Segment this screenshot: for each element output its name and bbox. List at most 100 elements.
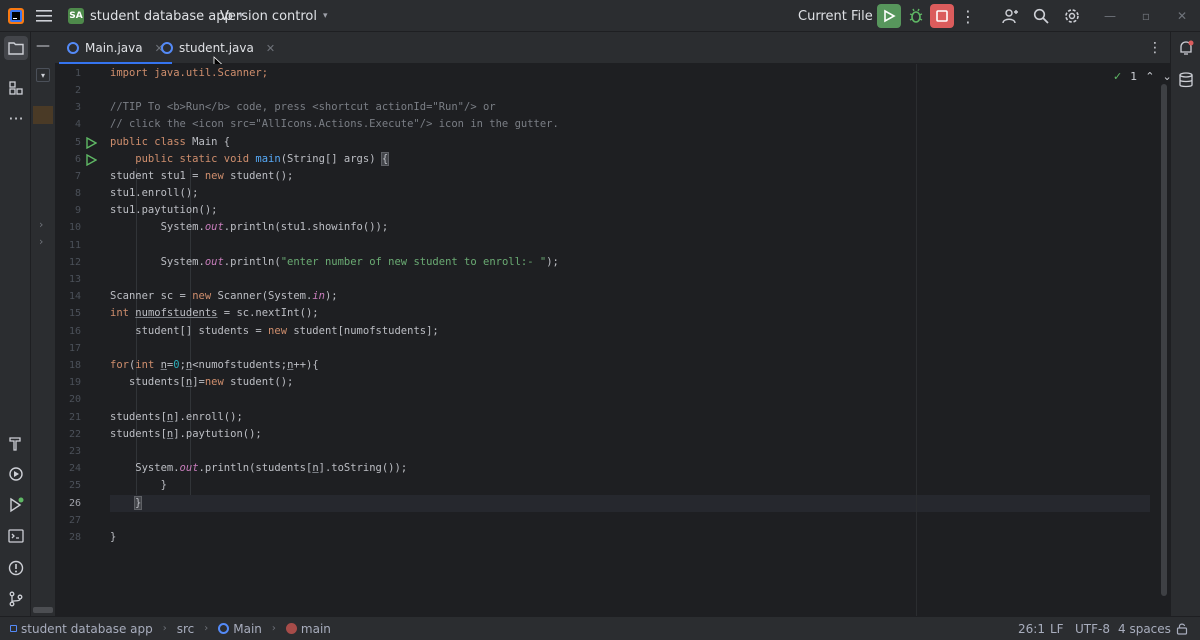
chevron-up-icon[interactable]: ⌃ [1145, 70, 1154, 83]
run-tool-icon[interactable] [4, 493, 28, 517]
chevron-right-icon: › [162, 623, 167, 634]
code-line: for(int n=0;n<numofstudents;n++){ [110, 359, 319, 371]
inspection-widget[interactable]: ✓ 1 ⌃ ⌄ [1113, 68, 1170, 84]
more-icon[interactable]: ⋮ [958, 4, 978, 28]
line-number: 20 [68, 394, 81, 405]
chevron-down-icon[interactable]: ▾ [36, 68, 50, 82]
line-number: 16 [68, 326, 81, 337]
java-class-icon [161, 42, 173, 54]
code-editor[interactable]: 1 2 3 4 5 6 7 8 9 10 11 12 13 14 15 16 1… [55, 64, 1170, 616]
chevron-down-icon[interactable]: ⌄ [1162, 70, 1170, 83]
code-line: // click the <icon src="AllIcons.Actions… [110, 118, 559, 130]
chevron-down-icon: ▾ [323, 11, 328, 21]
code-line: int numofstudents = sc.nextInt(); [110, 307, 319, 319]
restore-icon[interactable]: ▫ [1138, 8, 1154, 24]
line-number: 27 [68, 515, 81, 526]
problems-icon[interactable] [4, 556, 28, 580]
line-number: 8 [74, 188, 81, 199]
breadcrumb-method[interactable]: main [301, 622, 331, 636]
vcs-widget[interactable]: Version control ▾ [220, 6, 328, 26]
project-folder-icon[interactable] [4, 36, 28, 60]
tab-options-icon[interactable]: ⋮ [1145, 38, 1165, 58]
tab-label: Main.java [85, 41, 143, 55]
breadcrumb-src[interactable]: src [177, 622, 195, 636]
close-icon[interactable]: ✕ [266, 42, 275, 55]
line-number: 9 [74, 205, 81, 216]
caret-position[interactable]: 26:1 [1018, 617, 1045, 640]
hide-pane-icon[interactable]: — [36, 38, 50, 56]
line-separator[interactable]: LF [1050, 617, 1064, 640]
line-number: 11 [68, 240, 81, 251]
git-icon[interactable] [4, 587, 28, 611]
terminal-icon[interactable] [4, 524, 28, 548]
settings-icon[interactable] [1062, 6, 1082, 26]
line-number: 18 [68, 360, 81, 371]
project-pane-collapsed: — ▾ › › [31, 32, 55, 616]
debug-button[interactable] [904, 4, 928, 28]
code-line: System.out.println("enter number of new … [110, 256, 559, 268]
line-number: 3 [74, 102, 81, 113]
line-number: 12 [68, 257, 81, 268]
code-line: Scanner sc = new Scanner(System.in); [110, 290, 338, 302]
minimize-icon[interactable]: — [1102, 8, 1118, 24]
debug-icon [909, 8, 923, 23]
code-line: stu1.paytution(); [110, 204, 218, 216]
indent-setting[interactable]: 4 spaces [1118, 617, 1171, 640]
main-menu-icon[interactable] [36, 6, 56, 26]
gutter-run-icon[interactable] [85, 137, 97, 149]
line-number: 17 [68, 343, 81, 354]
chevron-right-icon: › [204, 623, 209, 634]
code-line: student stu1 = new student(); [110, 170, 294, 182]
line-number: 28 [68, 532, 81, 543]
run-button[interactable] [877, 4, 901, 28]
project-widget[interactable]: SA student database app ▾ [68, 6, 243, 26]
code-line: public class Main { [110, 136, 231, 148]
line-number: 5 [74, 137, 81, 148]
build-hammer-icon[interactable] [4, 431, 28, 455]
more-tools-icon[interactable]: ··· [4, 106, 28, 130]
right-margin-guide [916, 64, 917, 616]
run-config-selector[interactable]: Current File ▾ [798, 6, 881, 26]
file-encoding[interactable]: UTF-8 [1075, 617, 1110, 640]
code-line: student[] students = new student[numofst… [110, 325, 439, 337]
code-line: //TIP To <b>Run</b> code, press <shortcu… [110, 101, 496, 113]
chevron-right-icon[interactable]: › [39, 218, 43, 231]
search-icon[interactable] [1031, 6, 1051, 26]
java-class-icon [67, 42, 79, 54]
line-number: 25 [68, 480, 81, 491]
stop-button[interactable] [930, 4, 954, 28]
stop-icon [936, 10, 948, 22]
code-area[interactable]: import java.util.Scanner; //TIP To <b>Ru… [110, 64, 1150, 616]
line-number: 1 [74, 68, 81, 79]
structure-icon[interactable] [4, 76, 28, 100]
services-icon[interactable] [4, 462, 28, 486]
vertical-scrollbar[interactable] [1161, 84, 1167, 596]
line-number-gutter[interactable]: 1 2 3 4 5 6 7 8 9 10 11 12 13 14 15 16 1… [55, 64, 108, 616]
code-line: } [110, 479, 167, 491]
close-icon[interactable]: ✕ [1174, 8, 1190, 24]
app-logo-icon[interactable] [6, 6, 26, 26]
notifications-icon[interactable] [1174, 36, 1198, 60]
project-name: student database app [90, 8, 233, 24]
line-number: 23 [68, 446, 81, 457]
left-tool-stripe: ··· [0, 32, 31, 616]
add-user-icon[interactable] [1000, 6, 1020, 26]
method-icon [285, 623, 297, 634]
code-line: } [110, 531, 117, 543]
database-icon[interactable] [1174, 68, 1198, 92]
java-class-icon [218, 623, 230, 634]
breadcrumb-class[interactable]: Main [233, 622, 262, 636]
lock-icon[interactable] [1176, 617, 1188, 640]
line-number: 26 [68, 498, 81, 509]
breadcrumb-project[interactable]: student database app [21, 622, 153, 636]
breadcrumb: student database app › src › Main › main [10, 617, 331, 640]
code-line: System.out.println(stu1.showinfo()); [110, 221, 389, 233]
right-tool-stripe [1170, 32, 1200, 616]
code-line: stu1.enroll(); [110, 187, 199, 199]
gutter-run-icon[interactable] [85, 154, 97, 166]
line-number: 22 [68, 429, 81, 440]
line-number: 4 [74, 119, 81, 130]
pane-scrollbar[interactable] [33, 607, 53, 613]
chevron-right-icon[interactable]: › [39, 235, 43, 248]
code-line: students[n]=new student(); [110, 376, 294, 388]
